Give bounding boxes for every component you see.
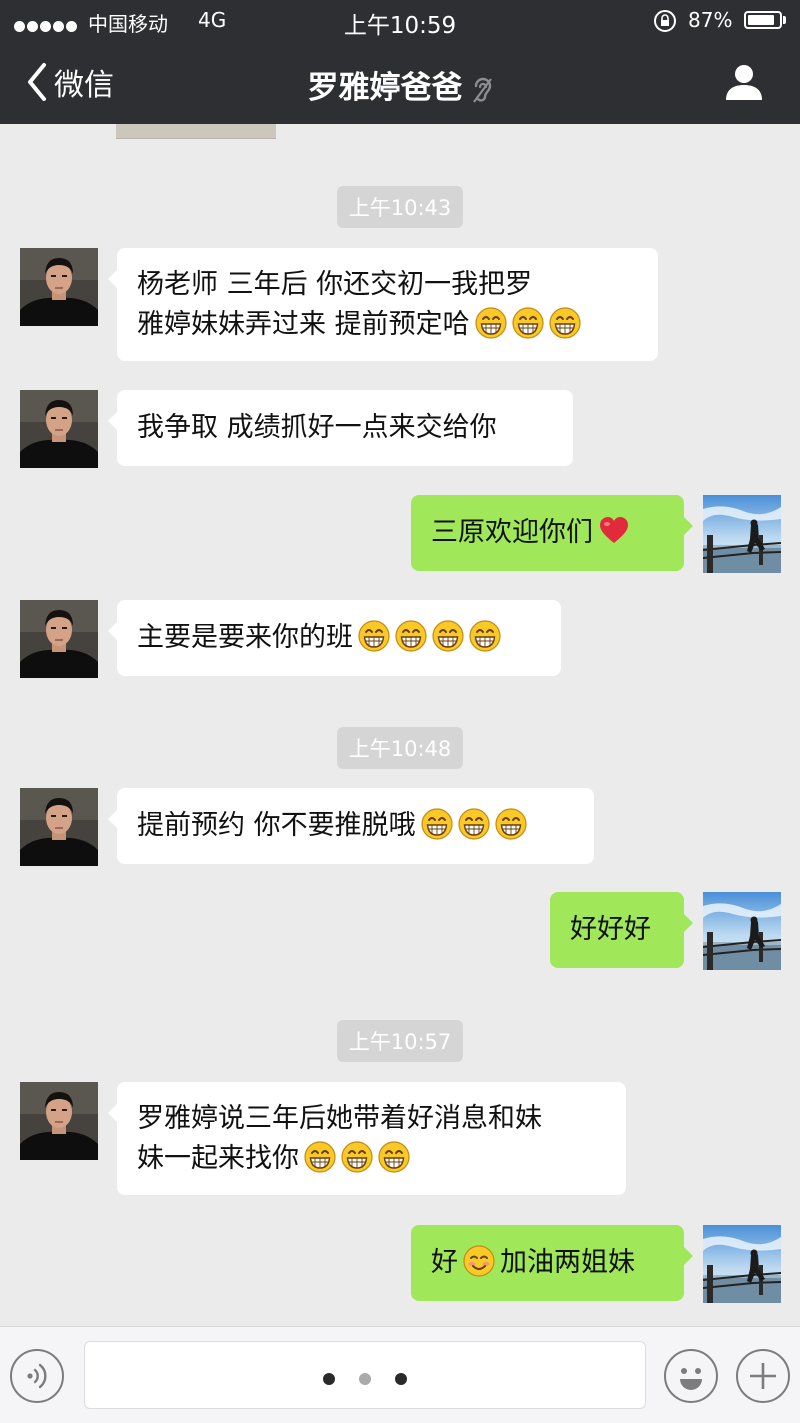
chat-title: 罗雅婷爸爸 bbox=[307, 70, 463, 106]
contact-avatar[interactable] bbox=[20, 788, 98, 866]
status-time: 上午10:59 bbox=[343, 13, 457, 39]
emoji-button[interactable] bbox=[664, 1349, 718, 1403]
timestamp: 上午10:48 bbox=[0, 727, 800, 769]
incoming-message[interactable]: 罗雅婷说三年后她带着好消息和妹 妹一起来找你 bbox=[108, 1082, 626, 1195]
smile-emoji-icon bbox=[463, 1245, 495, 1277]
plus-icon bbox=[750, 1363, 776, 1389]
contact-avatar[interactable] bbox=[20, 600, 98, 678]
outgoing-message[interactable]: 好 加油两姐妹 bbox=[411, 1225, 693, 1301]
more-button[interactable] bbox=[736, 1349, 790, 1403]
grin-emoji-icon bbox=[512, 307, 544, 339]
grin-emoji-icon bbox=[304, 1141, 336, 1173]
message-text: 好好好 bbox=[570, 914, 651, 945]
battery-tip bbox=[783, 16, 786, 24]
message-input[interactable] bbox=[84, 1341, 646, 1409]
voice-icon bbox=[27, 1363, 47, 1389]
timestamp: 上午10:43 bbox=[0, 186, 800, 228]
incoming-message[interactable]: 主要是要来你的班 bbox=[108, 600, 561, 676]
battery-icon bbox=[744, 11, 782, 29]
grin-emoji-icon bbox=[378, 1141, 410, 1173]
battery-percent: 87% bbox=[688, 8, 733, 32]
grin-emoji-icon bbox=[358, 620, 390, 652]
nav-bar: 微信 罗雅婷爸爸 bbox=[0, 40, 800, 124]
rotation-lock-icon bbox=[654, 10, 676, 32]
page-dot bbox=[323, 1373, 335, 1385]
message-text: 我争取 成绩抓好一点来交给你 bbox=[137, 412, 497, 443]
voice-button[interactable] bbox=[10, 1349, 64, 1403]
grin-emoji-icon bbox=[469, 620, 501, 652]
message-text: 好 bbox=[431, 1247, 458, 1278]
message-text: 雅婷妹妹弄过来 提前预定哈 bbox=[137, 309, 470, 340]
timestamp: 上午10:57 bbox=[0, 1020, 800, 1062]
my-avatar[interactable] bbox=[703, 1225, 781, 1303]
page-dots bbox=[85, 1370, 645, 1389]
grin-emoji-icon bbox=[475, 307, 507, 339]
incoming-message[interactable]: 我争取 成绩抓好一点来交给你 bbox=[108, 390, 573, 466]
message-text: 妹一起来找你 bbox=[137, 1143, 299, 1174]
chat-title-group: 罗雅婷爸爸 bbox=[0, 62, 800, 107]
incoming-message[interactable]: 杨老师 三年后 你还交初一我把罗 雅婷妹妹弄过来 提前预定哈 bbox=[108, 248, 658, 361]
ear-mute-icon bbox=[472, 77, 492, 103]
grin-emoji-icon bbox=[549, 307, 581, 339]
previous-image-edge bbox=[116, 124, 276, 139]
message-text: 提前预约 你不要推脱哦 bbox=[137, 810, 416, 841]
grin-emoji-icon bbox=[341, 1141, 373, 1173]
outgoing-message[interactable]: 三原欢迎你们 bbox=[411, 495, 693, 571]
my-avatar[interactable] bbox=[703, 495, 781, 573]
emoji-icon bbox=[680, 1368, 702, 1390]
page-dot bbox=[395, 1373, 407, 1385]
input-bar bbox=[0, 1326, 800, 1423]
my-avatar[interactable] bbox=[703, 892, 781, 970]
page-dot bbox=[359, 1373, 371, 1385]
message-text: 加油两姐妹 bbox=[500, 1247, 635, 1278]
grin-emoji-icon bbox=[395, 620, 427, 652]
grin-emoji-icon bbox=[421, 808, 453, 840]
message-text: 主要是要来你的班 bbox=[137, 622, 353, 653]
outgoing-message[interactable]: 好好好 bbox=[550, 892, 693, 968]
message-text: 三原欢迎你们 bbox=[431, 517, 593, 548]
red-heart-emoji-icon bbox=[598, 515, 630, 547]
grin-emoji-icon bbox=[458, 808, 490, 840]
contact-avatar[interactable] bbox=[20, 390, 98, 468]
message-text: 罗雅婷说三年后她带着好消息和妹 bbox=[137, 1103, 542, 1134]
top-bar: 中国移动 4G 上午10:59 87% 微信 罗雅婷爸爸 bbox=[0, 0, 800, 124]
grin-emoji-icon bbox=[495, 808, 527, 840]
contact-avatar[interactable] bbox=[20, 248, 98, 326]
status-bar: 中国移动 4G 上午10:59 87% bbox=[0, 0, 800, 40]
contact-avatar[interactable] bbox=[20, 1082, 98, 1160]
incoming-message[interactable]: 提前预约 你不要推脱哦 bbox=[108, 788, 594, 864]
grin-emoji-icon bbox=[432, 620, 464, 652]
person-icon[interactable] bbox=[724, 62, 764, 102]
message-text: 杨老师 三年后 你还交初一我把罗 bbox=[137, 269, 533, 300]
